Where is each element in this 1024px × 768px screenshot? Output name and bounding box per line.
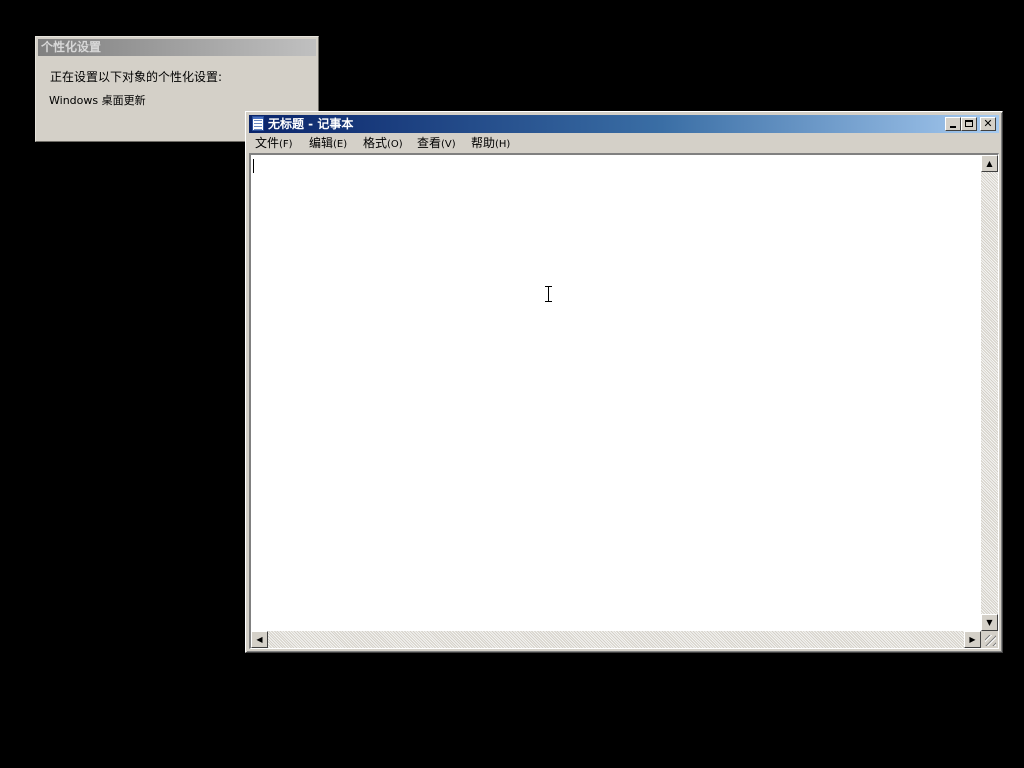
scroll-down-icon[interactable]: ▼ xyxy=(981,614,998,631)
minimize-button[interactable] xyxy=(945,117,961,131)
menu-file[interactable]: 文件(F) xyxy=(255,136,293,152)
maximize-icon xyxy=(965,120,973,127)
menu-edit[interactable]: 编辑(E) xyxy=(309,136,347,152)
dialog-title: 个性化设置 xyxy=(38,39,316,56)
scroll-left-icon[interactable]: ◀ xyxy=(251,631,268,648)
menu-format[interactable]: 格式(O) xyxy=(363,136,403,152)
menu-help[interactable]: 帮助(H) xyxy=(471,136,510,152)
vertical-scrollbar[interactable]: ▲ ▼ xyxy=(981,155,998,631)
maximize-button[interactable] xyxy=(961,117,977,131)
notepad-titlebar[interactable]: 无标题 - 记事本 ✕ xyxy=(249,115,999,133)
menu-bar: 文件(F) 编辑(E) 格式(O) 查看(V) 帮助(H) xyxy=(249,134,999,153)
notepad-icon[interactable] xyxy=(252,116,264,131)
dialog-item: Windows 桌面更新 xyxy=(49,94,146,107)
close-icon: ✕ xyxy=(983,117,993,130)
ibeam-cursor-icon xyxy=(545,286,552,302)
menu-view[interactable]: 查看(V) xyxy=(417,136,456,152)
text-caret xyxy=(253,159,254,173)
size-grip-icon[interactable] xyxy=(981,631,998,648)
scroll-up-icon[interactable]: ▲ xyxy=(981,155,998,172)
scroll-right-icon[interactable]: ▶ xyxy=(964,631,981,648)
notepad-window: 无标题 - 记事本 ✕ 文件(F) 编辑(E) 格式(O) 查看(V) 帮助(H… xyxy=(245,111,1003,653)
close-button[interactable]: ✕ xyxy=(980,117,996,131)
horizontal-scrollbar[interactable]: ◀ ▶ xyxy=(251,631,981,648)
text-editor[interactable]: ▲ ▼ ◀ ▶ xyxy=(249,153,999,649)
minimize-icon xyxy=(950,126,956,128)
window-title: 无标题 - 记事本 xyxy=(268,117,354,131)
dialog-message: 正在设置以下对象的个性化设置: xyxy=(50,70,223,84)
